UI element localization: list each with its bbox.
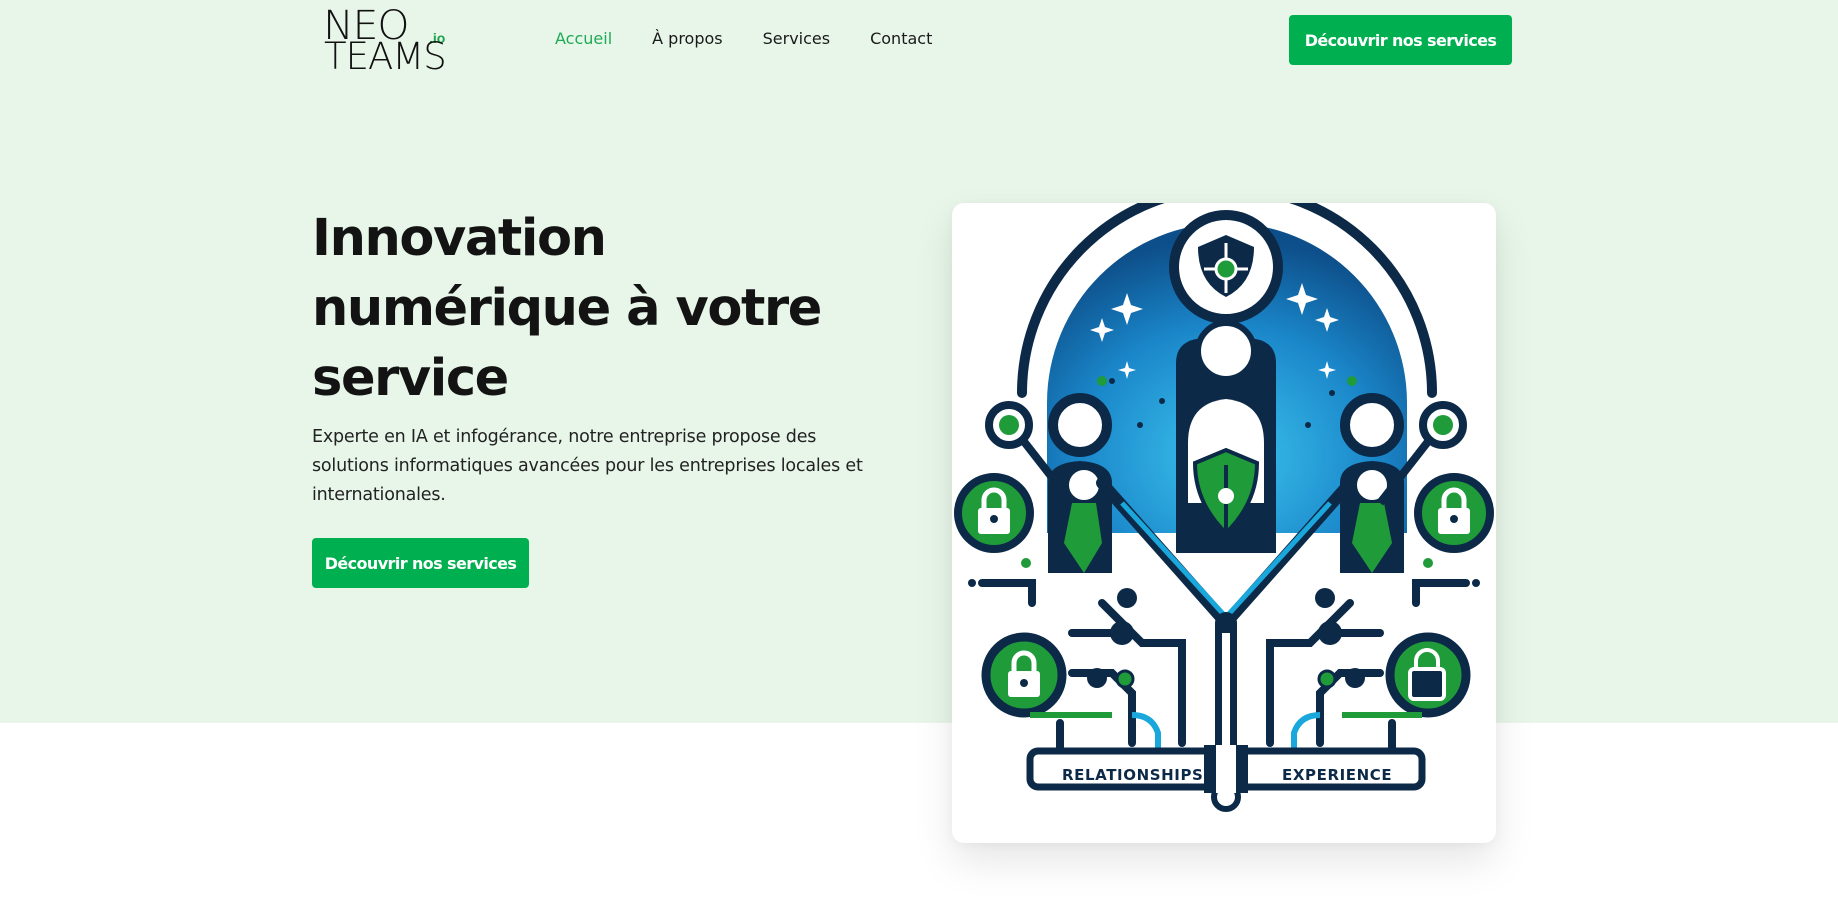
brand-logo[interactable]: NEO .io TEAMS <box>322 4 452 76</box>
site-header: NEO .io TEAMS Accueil À propos Services … <box>0 0 1838 80</box>
nav-item-services[interactable]: Services <box>763 28 830 50</box>
hero-title: Innovation numérique à votre service <box>312 209 822 408</box>
nav-item-a-propos[interactable]: À propos <box>652 28 722 50</box>
illustration-label-left: RELATIONSHIPS <box>1062 766 1204 784</box>
illustration-label-right: EXPERIENCE <box>1282 766 1393 784</box>
logo-line-2: TEAMS <box>324 35 447 78</box>
hero-cta-button[interactable]: Découvrir nos services <box>312 538 529 588</box>
main-nav: Accueil À propos Services Contact <box>555 28 972 50</box>
security-network-illustration <box>954 203 1494 812</box>
hero-subtitle: Experte en IA et infogérance, notre entr… <box>312 427 863 505</box>
nav-item-accueil[interactable]: Accueil <box>555 28 612 50</box>
nav-item-contact[interactable]: Contact <box>870 28 932 50</box>
header-cta-button[interactable]: Découvrir nos services <box>1289 15 1512 65</box>
hero-illustration-card: RELATIONSHIPS EXPERIENCE <box>952 203 1496 843</box>
hero-background <box>0 0 1838 723</box>
